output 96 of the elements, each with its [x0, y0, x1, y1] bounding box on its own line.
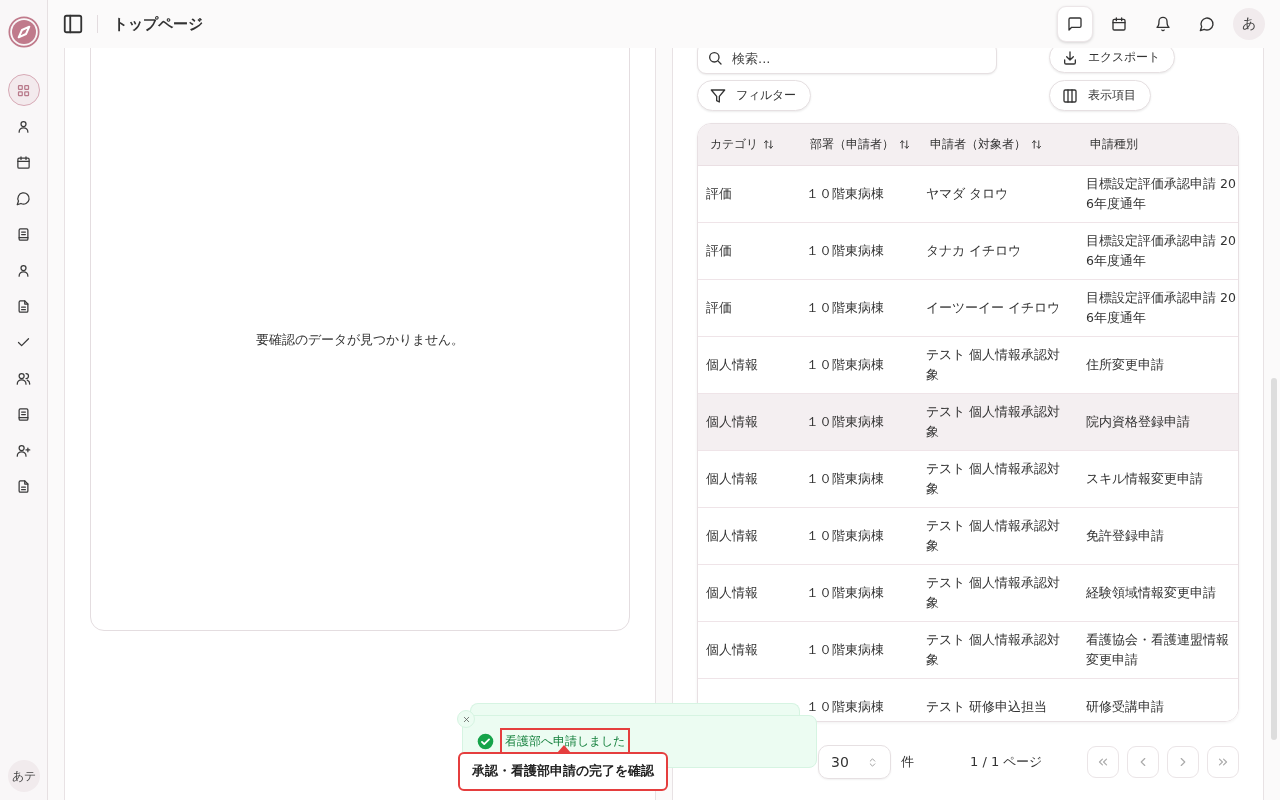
table-cell-text: 目標設定評価承認申請 20 6年度通年: [1086, 232, 1237, 270]
table-row[interactable]: 個人情報 １０階東病棟 テスト 個人情報承認対象 スキル情報変更申請: [698, 451, 1238, 508]
table-cell-text: 研修受講申請: [1086, 698, 1165, 716]
table-row[interactable]: 評価 １０階東病棟 タナカ イチロウ 目標設定評価承認申請 20 6年度通年: [698, 223, 1238, 280]
document-icon: [16, 226, 31, 242]
table-cell-text: テスト 個人情報承認対象: [926, 631, 1061, 669]
table-cell-text: 個人情報: [705, 413, 759, 431]
column-header[interactable]: 部署（申請者）: [798, 136, 918, 153]
table-cell-text: 目標設定評価承認申請 20 6年度通年: [1086, 175, 1237, 213]
column-header[interactable]: カテゴリ: [698, 136, 798, 153]
bell-icon: [1155, 16, 1171, 32]
download-icon: [1062, 49, 1078, 66]
table-cell-text: １０階東病棟: [805, 527, 885, 545]
message-icon: [1067, 16, 1083, 32]
sidebar-nav-button[interactable]: [7, 74, 40, 106]
page-info: 1 / 1 ページ: [970, 753, 1043, 771]
calendar-icon: [16, 154, 31, 170]
check-circle-icon: [477, 733, 494, 750]
table-cell-text: 経験領域情報変更申請: [1086, 584, 1217, 602]
search-field[interactable]: 検索...: [697, 48, 997, 74]
table-cell-text: 看護協会・看護連盟情報変更申請: [1086, 631, 1230, 669]
table-row[interactable]: 個人情報 １０階東病棟 テスト 個人情報承認対象 免許登録申請: [698, 508, 1238, 565]
file-icon: [16, 478, 31, 494]
page-size-select[interactable]: 30: [818, 745, 891, 779]
scrollbar-thumb[interactable]: [1271, 378, 1277, 740]
table-cell-text: テスト 個人情報承認対象: [926, 574, 1061, 612]
table-cell-text: 院内資格登録申請: [1086, 413, 1191, 431]
table-cell-text: 評価: [705, 185, 733, 203]
column-header: 申請種別: [1089, 136, 1139, 153]
table-cell-text: テスト 個人情報承認対象: [926, 346, 1061, 384]
table-cell-text: 個人情報: [705, 527, 759, 545]
table-cell-text: １０階東病棟: [805, 584, 885, 602]
table-cell-text: スキル情報変更申請: [1086, 470, 1204, 488]
filter-icon: [710, 87, 726, 104]
table-cell-text: 免許登録申請: [1086, 527, 1165, 545]
table-cell-text: 個人情報: [705, 356, 759, 374]
page-size-unit: 件: [901, 753, 914, 771]
table-row[interactable]: １０階東病棟 テスト 研修申込担当 研修受講申請: [698, 679, 1238, 721]
table-row[interactable]: 評価 １０階東病棟 イーツーイー イチロウ 目標設定評価承認申請 20 6年度通年: [698, 280, 1238, 337]
table-cell-text: １０階東病棟: [805, 185, 885, 203]
table-cell-text: 個人情報: [705, 641, 759, 659]
empty-message: 要確認のデータが見つかりません。: [256, 330, 464, 349]
chat-icon: [1199, 16, 1215, 32]
table-cell-text: テスト 個人情報承認対象: [926, 403, 1061, 441]
header-icon-button[interactable]: [1057, 6, 1093, 42]
table-cell-text: テスト 個人情報承認対象: [926, 517, 1061, 555]
table-cell-text: テスト 研修申込担当: [926, 698, 1048, 716]
table-cell-text: 住所変更申請: [1086, 356, 1165, 374]
document-icon: [16, 406, 31, 422]
table-cell-text: 評価: [705, 299, 733, 317]
table-cell-text: イーツーイー イチロウ: [926, 299, 1061, 317]
add-person-icon: [16, 442, 31, 458]
columns-icon: [1062, 87, 1078, 104]
table-cell-text: １０階東病棟: [805, 641, 885, 659]
table-cell-text: 目標設定評価承認申請 20 6年度通年: [1086, 289, 1237, 327]
table-cell-text: テスト 個人情報承認対象: [926, 460, 1061, 498]
callout-tooltip: 承認・看護部申請の完了を確認: [458, 752, 668, 791]
user-avatar[interactable]: あテ: [7, 760, 40, 792]
table-cell-text: １０階東病棟: [805, 698, 885, 716]
table-cell-text: １０階東病棟: [805, 470, 885, 488]
filter-button[interactable]: フィルター: [697, 80, 811, 111]
compass-logo: [7, 16, 40, 48]
double-chevron-left-icon: [1096, 755, 1110, 769]
table-row[interactable]: 個人情報 １０階東病棟 テスト 個人情報承認対象 院内資格登録申請: [698, 394, 1238, 451]
table-cell-text: １０階東病棟: [805, 242, 885, 260]
sort-icon: [1031, 139, 1042, 150]
table-row[interactable]: 評価 １０階東病棟 ヤマダ タロウ 目標設定評価承認申請 20 6年度通年: [698, 166, 1238, 223]
table-cell-text: １０階東病棟: [805, 299, 885, 317]
table-cell-text: タナカ イチロウ: [926, 242, 1022, 260]
person-icon: [16, 118, 31, 134]
page-title: トップページ: [113, 14, 203, 34]
sort-icon: [763, 139, 774, 150]
table-row[interactable]: 個人情報 １０階東病棟 テスト 個人情報承認対象 経験領域情報変更申請: [698, 565, 1238, 622]
sidebar-toggle-icon: [62, 13, 84, 35]
user-avatar[interactable]: あ: [1233, 8, 1265, 40]
table-row[interactable]: 個人情報 １０階東病棟 テスト 個人情報承認対象 住所変更申請: [698, 337, 1238, 394]
file-icon: [16, 298, 31, 314]
person-icon: [16, 262, 31, 278]
close-icon: [461, 714, 471, 724]
sort-icon: [899, 139, 910, 150]
grid-icon: [16, 82, 31, 98]
column-header[interactable]: 申請者（対象者）: [918, 136, 1078, 153]
up-down-icon: [867, 756, 878, 768]
export-button[interactable]: エクスポート: [1049, 48, 1175, 73]
table-cell-text: １０階東病棟: [805, 356, 885, 374]
table-row[interactable]: 個人情報 １０階東病棟 テスト 個人情報承認対象 看護協会・看護連盟情報変更申請: [698, 622, 1238, 679]
columns-button[interactable]: 表示項目: [1049, 80, 1151, 111]
table-cell-text: １０階東病棟: [805, 413, 885, 431]
table-cell-text: 個人情報: [705, 470, 759, 488]
table-cell-text: ヤマダ タロウ: [926, 185, 1009, 203]
table-cell-text: 個人情報: [705, 584, 759, 602]
calendar-icon: [1111, 16, 1127, 32]
table-cell-text: 評価: [705, 242, 733, 260]
double-chevron-right-icon: [1216, 755, 1230, 769]
chat-icon: [16, 190, 31, 206]
people-icon: [16, 370, 31, 386]
